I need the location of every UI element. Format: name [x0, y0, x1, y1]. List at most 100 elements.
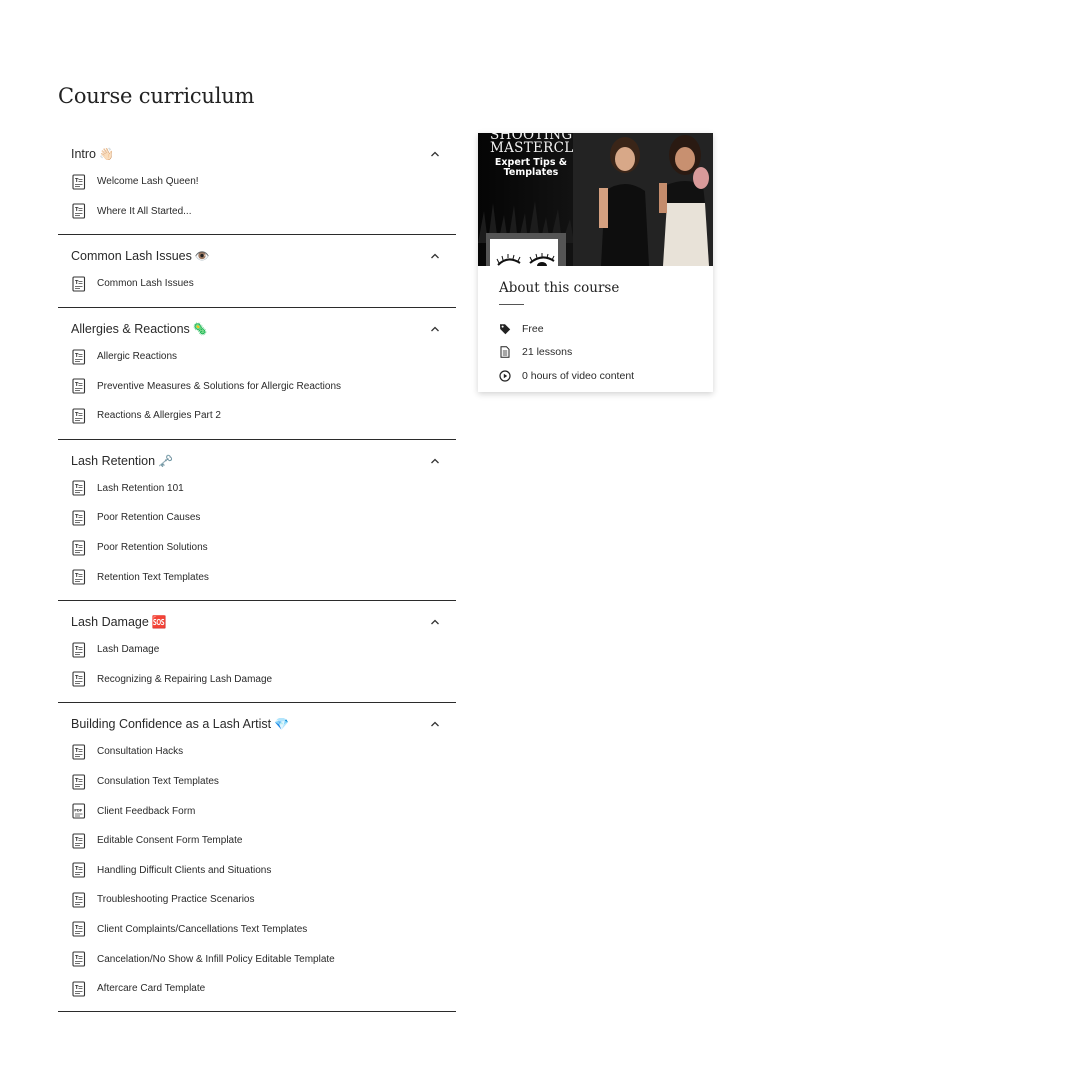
section-title: Building Confidence as a Lash Artist 💎	[71, 717, 290, 732]
text-document-icon: T	[72, 921, 86, 938]
svg-text:T: T	[75, 207, 79, 213]
lesson-label: Poor Retention Causes	[97, 512, 201, 524]
lesson-label: Recognizing & Repairing Lash Damage	[97, 673, 273, 685]
lesson-item[interactable]: T Editable Consent Form Template	[58, 826, 456, 856]
lesson-item[interactable]: PDF Client Feedback Form	[58, 796, 456, 826]
text-document-icon: T	[72, 378, 86, 394]
svg-text:T: T	[75, 675, 79, 681]
section-header[interactable]: Intro 👋🏻	[58, 143, 456, 167]
section-title: Allergies & Reactions 🦠	[71, 321, 208, 336]
course-info-card: SHOOTING MASTERCLASS Expert Tips & Templ…	[478, 133, 713, 392]
chevron-up-icon[interactable]	[428, 322, 442, 336]
course-info-text: 21 lessons	[522, 346, 573, 359]
chevron-up-icon[interactable]	[428, 615, 442, 629]
text-document-icon: T	[72, 174, 86, 190]
text-document-icon: T	[72, 408, 86, 424]
chevron-up-icon[interactable]	[428, 717, 442, 731]
text-document-icon: T	[72, 539, 86, 556]
section-header[interactable]: Allergies & Reactions 🦠	[58, 318, 456, 342]
svg-text:T: T	[75, 896, 79, 902]
chevron-up-icon[interactable]	[428, 454, 442, 468]
text-document-icon: T	[72, 773, 86, 790]
section-emoji: 👋🏻	[99, 147, 114, 161]
text-document-icon: T	[72, 862, 86, 878]
svg-text:T: T	[75, 280, 79, 286]
section-header[interactable]: Lash Retention 🗝️	[58, 450, 456, 474]
curriculum-section: Allergies & Reactions 🦠 T Allergic Reaction…	[58, 308, 456, 440]
text-document-icon: T	[72, 671, 86, 687]
lesson-item[interactable]: T Lash Retention 101	[58, 474, 456, 504]
course-info-list: Free 21 lessons 0 hours of video content	[499, 317, 692, 388]
section-header[interactable]: Lash Damage 🆘	[58, 611, 456, 635]
lesson-label: Retention Text Templates	[97, 571, 209, 583]
page-title: Course curriculum	[58, 84, 255, 108]
lesson-item[interactable]: T Lash Damage	[58, 635, 456, 665]
text-document-icon: T	[72, 569, 86, 585]
thumbnail-eye-graphic	[486, 233, 566, 266]
lesson-label: Aftercare Card Template	[97, 983, 206, 995]
section-title: Lash Damage 🆘	[71, 614, 167, 629]
lesson-item[interactable]: T Welcome Lash Queen!	[58, 167, 456, 197]
curriculum-section: Intro 👋🏻 T Welcome Lash Queen! T Where It All…	[58, 133, 456, 236]
lesson-label: Allergic Reactions	[97, 351, 178, 363]
lesson-item[interactable]: T Aftercare Card Template	[58, 974, 456, 1004]
svg-text:T: T	[75, 514, 79, 520]
lesson-item[interactable]: T Recognizing & Repairing Lash Damage	[58, 665, 456, 695]
document-icon	[499, 346, 511, 358]
svg-text:T: T	[75, 412, 79, 418]
lesson-label: Reactions & Allergies Part 2	[97, 410, 221, 422]
lesson-item[interactable]: T Cancelation/No Show & Infill Policy Edi…	[58, 944, 456, 974]
section-emoji: 👁️	[194, 249, 210, 264]
svg-text:T: T	[75, 866, 79, 872]
svg-text:T: T	[75, 353, 79, 359]
text-document-icon: T	[72, 276, 86, 292]
lesson-item[interactable]: T Client Complaints/Cancellations Text Te…	[58, 915, 456, 945]
lesson-item[interactable]: T Troubleshooting Practice Scenarios	[58, 885, 456, 915]
lesson-label: Consultation Hacks	[97, 746, 184, 758]
text-document-icon: T	[72, 349, 86, 365]
lesson-item[interactable]: T Where It All Started...	[58, 197, 456, 227]
svg-text:T: T	[75, 544, 79, 550]
lesson-item[interactable]: T Consulation Text Templates	[58, 767, 456, 797]
text-document-icon: T	[72, 833, 86, 849]
text-document-icon: T	[72, 480, 86, 496]
section-emoji: 💎	[274, 717, 290, 732]
lesson-item[interactable]: T Retention Text Templates	[58, 562, 456, 592]
svg-text:T: T	[75, 837, 79, 843]
lesson-label: Welcome Lash Queen!	[97, 176, 199, 188]
lesson-label: Consulation Text Templates	[97, 776, 219, 788]
lesson-item[interactable]: T Common Lash Issues	[58, 269, 456, 299]
text-document-icon: T	[72, 951, 86, 967]
lesson-item[interactable]: T Handling Difficult Clients and Situatio…	[58, 856, 456, 886]
text-document-icon: T	[72, 203, 86, 219]
svg-text:T: T	[75, 748, 79, 754]
lesson-item[interactable]: T Poor Retention Solutions	[58, 533, 456, 563]
section-header[interactable]: Building Confidence as a Lash Artist 💎	[58, 713, 456, 737]
section-emoji: 🗝️	[158, 453, 174, 468]
curriculum-list: Intro 👋🏻 T Welcome Lash Queen! T Where It All…	[58, 133, 456, 1013]
price-tag-icon	[499, 323, 511, 335]
lesson-item[interactable]: T Preventive Measures & Solutions for All…	[58, 371, 456, 401]
card-divider	[499, 304, 524, 305]
section-header[interactable]: Common Lash Issues 👁️	[58, 245, 456, 269]
course-info-row: Free	[499, 317, 692, 341]
lesson-item[interactable]: T Poor Retention Causes	[58, 503, 456, 533]
course-info-text: Free	[522, 322, 544, 335]
lesson-item[interactable]: T Consultation Hacks	[58, 737, 456, 767]
course-info-row: 0 hours of video content	[499, 364, 692, 388]
lesson-item[interactable]: T Reactions & Allergies Part 2	[58, 401, 456, 431]
lesson-label: Common Lash Issues	[97, 278, 194, 290]
chevron-up-icon[interactable]	[428, 147, 442, 161]
section-title: Lash Retention 🗝️	[71, 453, 174, 468]
curriculum-section: Lash Damage 🆘 T Lash Damage T Recognizing & R…	[58, 601, 456, 704]
lesson-label: Editable Consent Form Template	[97, 835, 243, 847]
course-thumbnail: SHOOTING MASTERCLASS Expert Tips & Templ…	[478, 133, 713, 266]
svg-text:T: T	[75, 646, 79, 652]
text-document-icon: T	[72, 642, 86, 658]
svg-text:T: T	[75, 382, 79, 388]
lesson-label: Cancelation/No Show & Infill Policy Edit…	[97, 953, 335, 965]
svg-text:T: T	[75, 573, 79, 579]
chevron-up-icon[interactable]	[428, 249, 442, 263]
svg-text:T: T	[75, 178, 79, 184]
lesson-item[interactable]: T Allergic Reactions	[58, 342, 456, 372]
